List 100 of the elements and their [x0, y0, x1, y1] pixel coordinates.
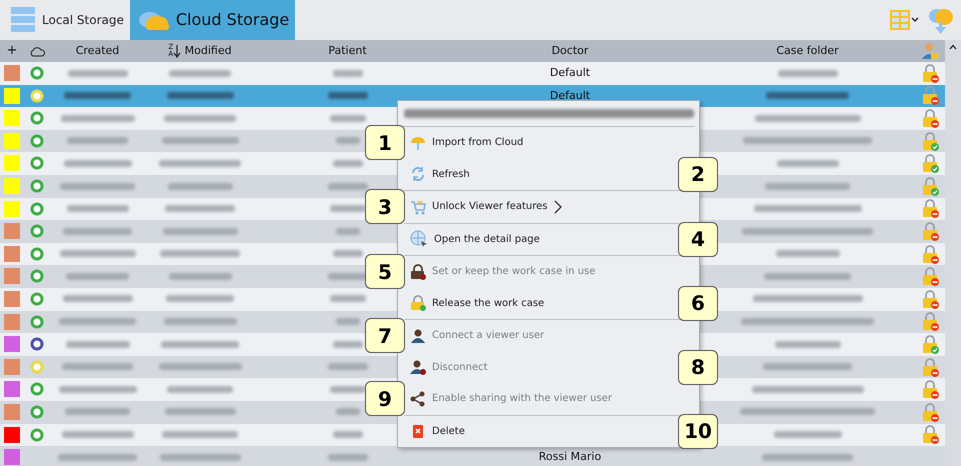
- status-indicator: [30, 382, 44, 396]
- redacted-text: [328, 182, 368, 190]
- redacted-text: [66, 272, 129, 280]
- lock-icon[interactable]: [920, 334, 940, 354]
- trash-icon: [410, 423, 426, 440]
- storage-tab[interactable]: Cloud Storage: [130, 0, 296, 40]
- redacted-text: [65, 408, 130, 416]
- lock-icon[interactable]: [920, 402, 940, 422]
- redacted-text: [68, 70, 128, 77]
- redacted-text: [332, 431, 362, 438]
- number-callout: 5: [365, 254, 405, 289]
- lock-icon[interactable]: [920, 108, 940, 128]
- lock-icon[interactable]: [920, 380, 940, 400]
- redacted-text: [332, 250, 362, 258]
- redacted-text: [165, 205, 235, 212]
- redacted-text: [778, 70, 838, 77]
- status-indicator: [30, 404, 44, 419]
- menu-item[interactable]: Delete: [407, 416, 471, 447]
- lock-icon[interactable]: [920, 244, 940, 264]
- redacted-text: [62, 363, 133, 370]
- grid-icon: [889, 9, 911, 31]
- lock-icon[interactable]: [920, 290, 940, 309]
- refresh-icon: [410, 166, 426, 182]
- status-indicator: [30, 314, 44, 329]
- redacted-text: [774, 340, 840, 348]
- lock-icon[interactable]: [920, 222, 940, 241]
- redacted-text: [336, 318, 360, 326]
- cloud-icon: [29, 44, 45, 57]
- number-callout: 3: [365, 189, 405, 224]
- number-callout: 1: [365, 125, 405, 160]
- number-callout: 2: [678, 156, 718, 192]
- lock-icon[interactable]: [920, 312, 940, 332]
- storage-tab[interactable]: Local Storage: [0, 0, 130, 40]
- lock-icon[interactable]: [920, 176, 940, 196]
- table-cell: Rossi Mario: [538, 450, 602, 464]
- lock-icon[interactable]: [920, 64, 940, 83]
- redacted-text: [166, 92, 234, 100]
- status-indicator: [30, 337, 44, 352]
- status-indicator: [30, 269, 44, 284]
- user-lock-icon: [922, 42, 938, 60]
- redacted-text: [169, 70, 231, 77]
- lock-icon[interactable]: [920, 86, 940, 106]
- lock-icon[interactable]: [920, 425, 940, 444]
- redacted-text: [166, 295, 234, 302]
- user-icon: [410, 328, 426, 344]
- menu-item[interactable]: Refresh: [407, 158, 476, 190]
- scroll-up-icon[interactable]: [949, 44, 957, 50]
- column-header[interactable]: Patient: [328, 44, 367, 57]
- redacted-text: [66, 205, 128, 212]
- status-indicator: [30, 292, 44, 306]
- lock-icon[interactable]: [920, 132, 940, 151]
- status-indicator: [30, 428, 44, 442]
- table-cell: Default: [550, 88, 590, 102]
- menu-item[interactable]: Import from Cloud: [407, 127, 530, 158]
- caret-icon: [911, 17, 919, 23]
- status-indicator: [30, 111, 44, 126]
- redacted-text: [776, 160, 838, 167]
- status-indicator: [30, 360, 44, 374]
- number-callout: 9: [365, 381, 405, 416]
- menu-item[interactable]: Unlock Viewer features: [407, 191, 578, 222]
- redacted-text: [62, 295, 132, 302]
- redacted-text: [328, 454, 368, 461]
- redacted-text: [776, 250, 840, 258]
- column-header[interactable]: Modified: [184, 44, 232, 57]
- redacted-text: [63, 228, 132, 235]
- column-header[interactable]: Case folder: [776, 44, 839, 57]
- number-callout: 4: [678, 222, 718, 256]
- lock-icon[interactable]: [920, 267, 940, 286]
- redacted-text: [168, 182, 232, 190]
- redacted-text: [330, 114, 366, 122]
- lock-icon[interactable]: [920, 154, 940, 174]
- redacted-text: [328, 92, 368, 100]
- status-indicator: [30, 66, 44, 80]
- user-remove-icon: [410, 359, 426, 376]
- status-indicator: [30, 224, 44, 238]
- redacted-text: [774, 431, 842, 438]
- table-cell: Default: [550, 66, 590, 80]
- status-indicator: [30, 246, 44, 261]
- redacted-text: [332, 70, 362, 77]
- redacted-text: [62, 431, 134, 438]
- redacted-text: [164, 114, 236, 122]
- redacted-text: [167, 386, 233, 393]
- status-indicator: [30, 156, 44, 170]
- lock-icon[interactable]: [920, 358, 940, 377]
- redacted-text: [330, 386, 366, 393]
- redacted-text: [336, 137, 360, 144]
- redacted-text: [66, 340, 130, 348]
- column-header[interactable]: Doctor: [552, 44, 588, 57]
- status-indicator: [30, 134, 44, 148]
- sort-arrow-icon: [173, 44, 182, 58]
- lock-icon: [410, 264, 426, 280]
- storage-icon: [10, 5, 36, 35]
- number-callout: 6: [678, 286, 718, 320]
- unlock-icon: [410, 295, 426, 312]
- redacted-text: [330, 295, 366, 302]
- share-icon: [410, 390, 426, 407]
- menu-item[interactable]: Open the detail page: [407, 224, 546, 255]
- lock-icon[interactable]: [920, 199, 940, 218]
- menu-item[interactable]: Release the work case: [407, 288, 550, 319]
- redacted-text: [332, 160, 362, 167]
